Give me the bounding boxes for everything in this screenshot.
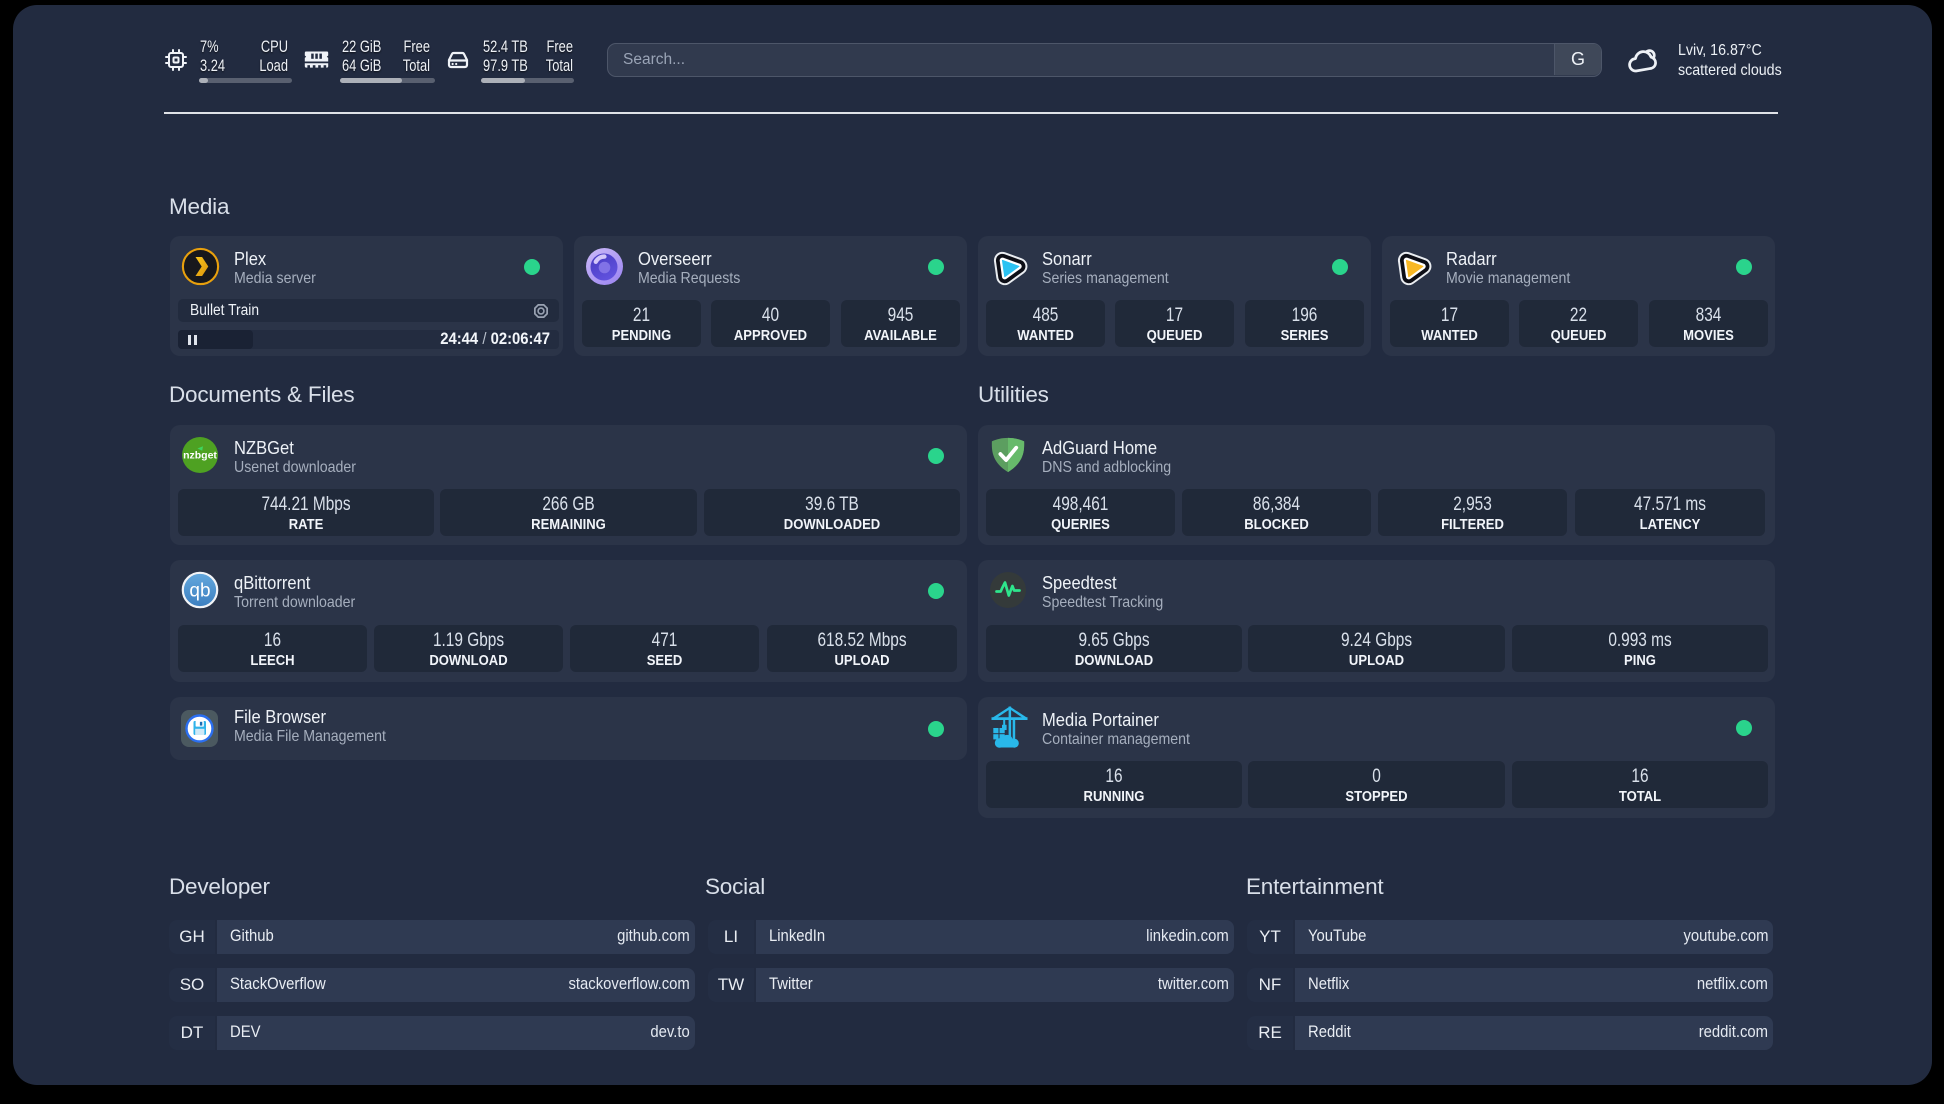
svg-text:nzbget: nzbget xyxy=(183,450,217,462)
svg-text:qb: qb xyxy=(189,581,210,602)
